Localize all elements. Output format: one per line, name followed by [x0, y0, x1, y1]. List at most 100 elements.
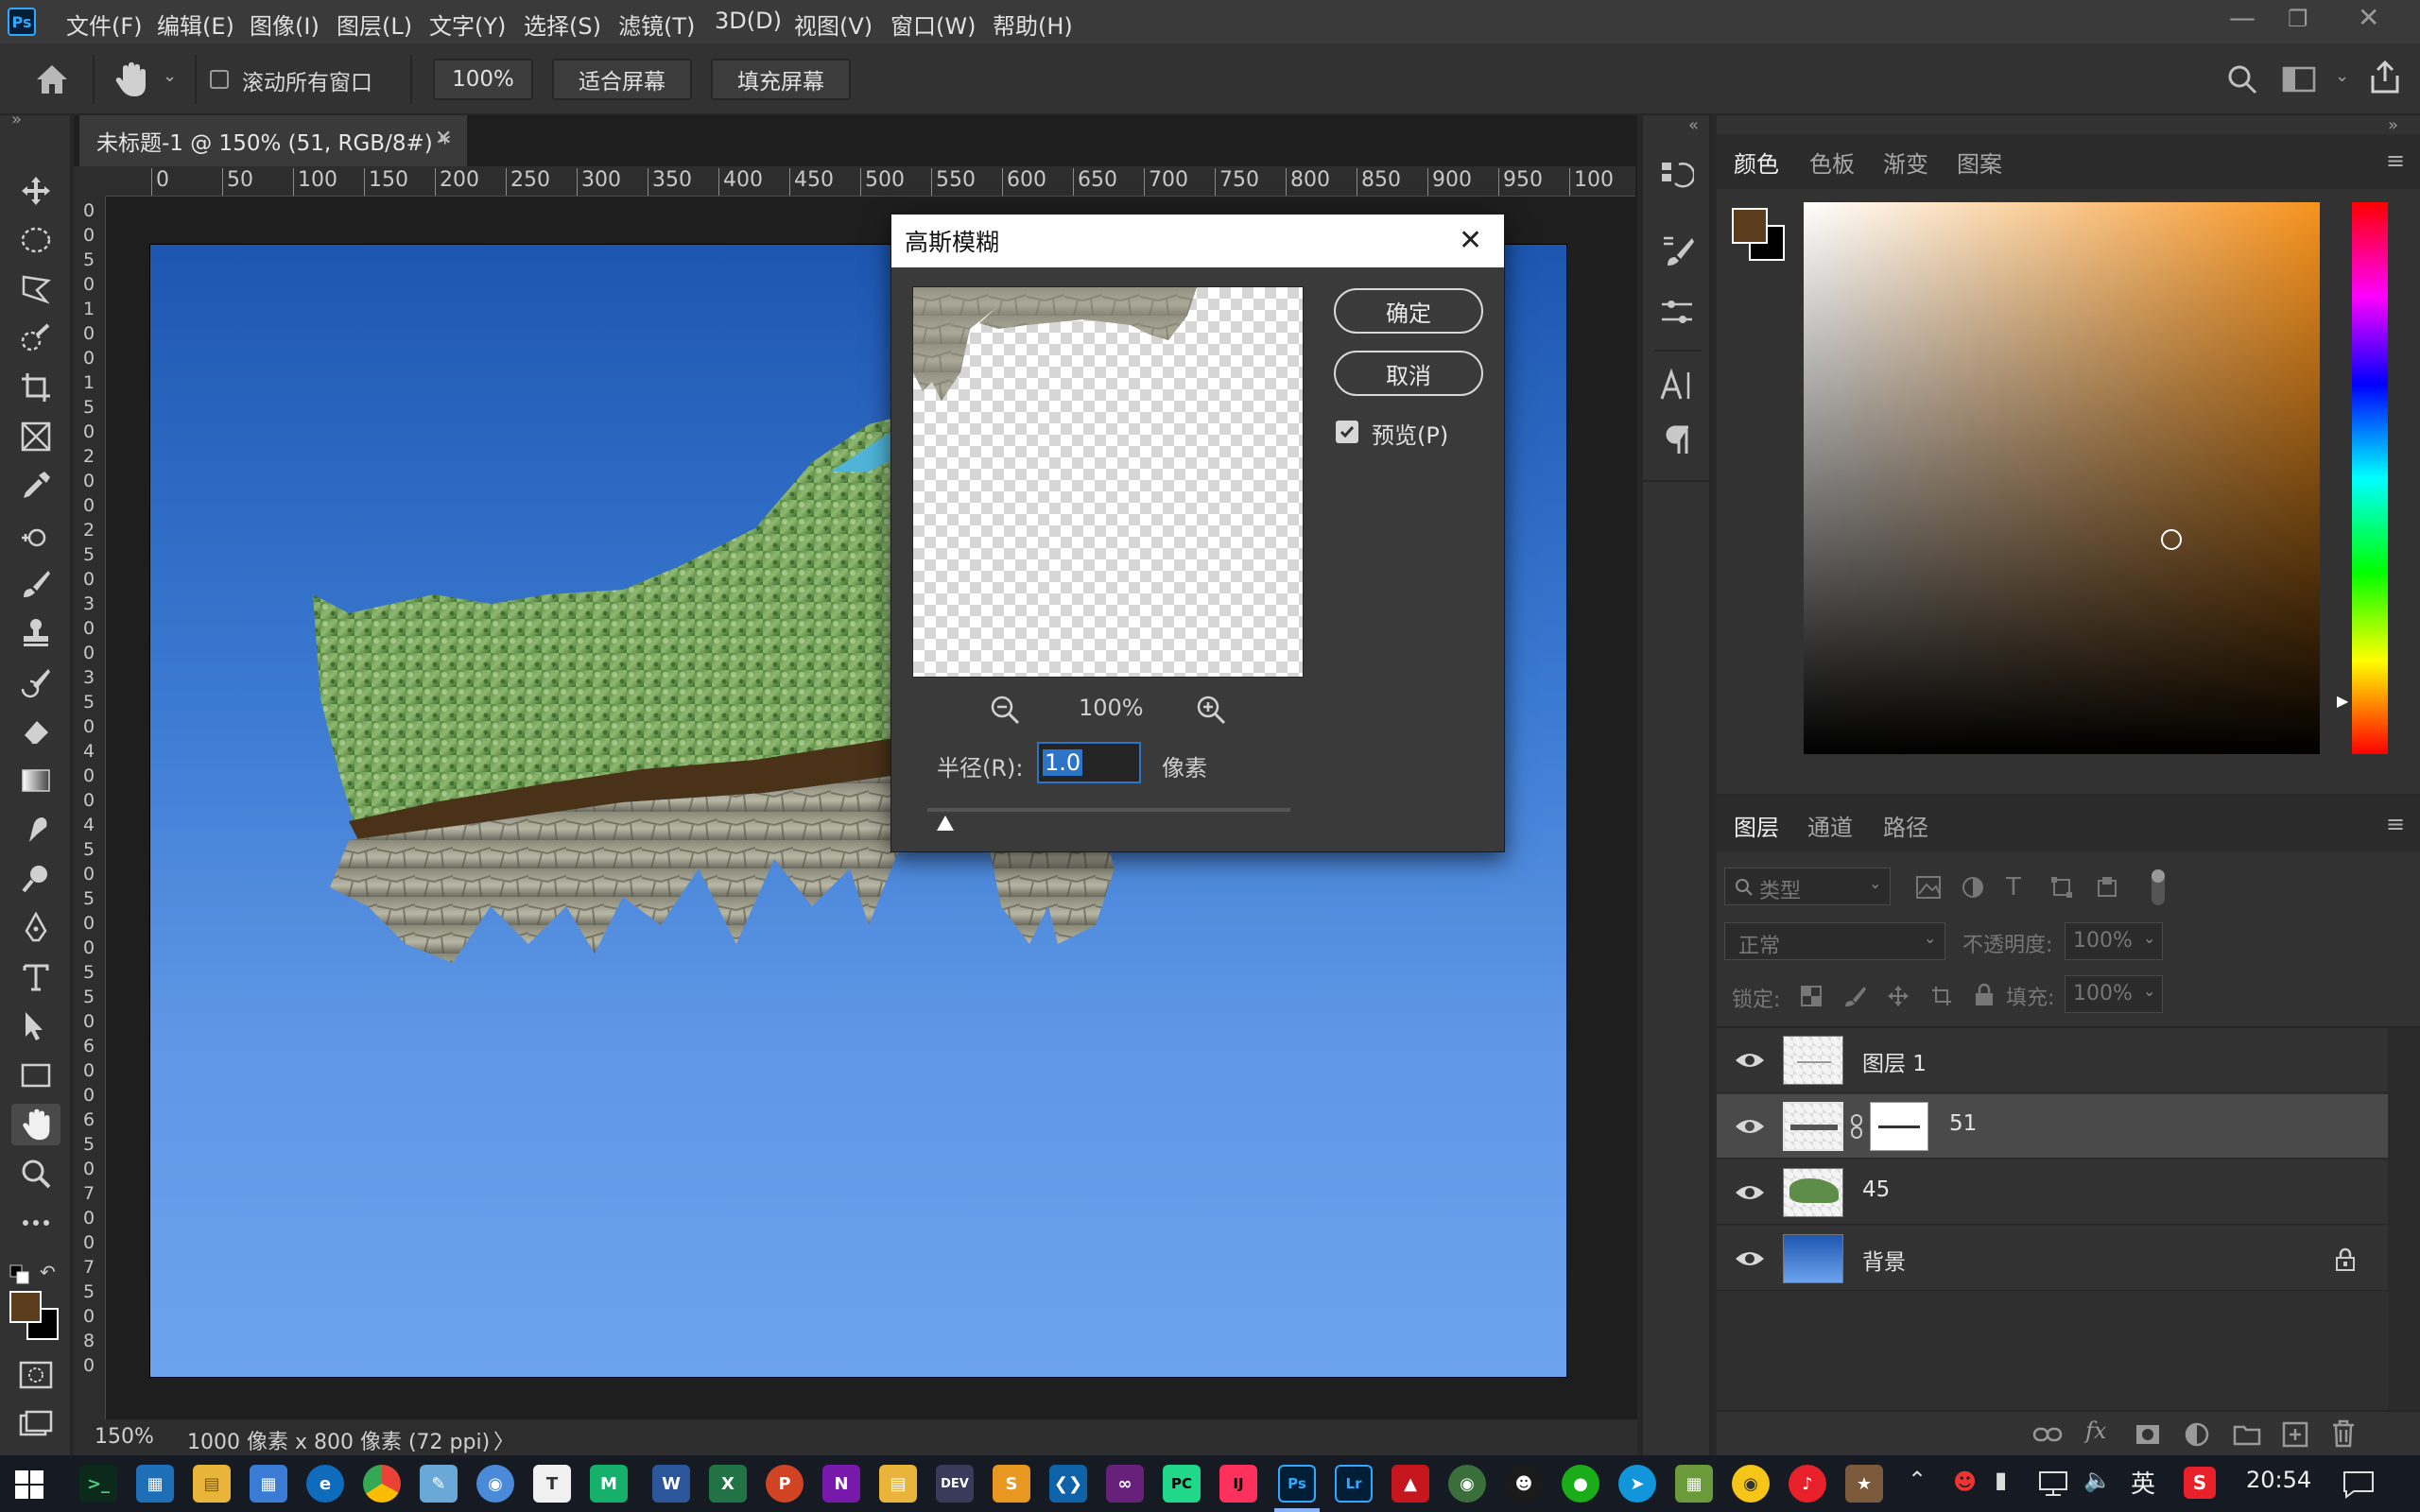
frame-tool-icon[interactable] [11, 416, 60, 457]
color-picker-cursor[interactable] [2161, 529, 2182, 550]
swap-colors-icon[interactable]: ↶ [40, 1261, 56, 1283]
notifications-icon[interactable] [2342, 1470, 2375, 1499]
fit-screen-button[interactable]: 适合屏幕 [552, 59, 692, 100]
pycharm-app-icon[interactable]: PC [1163, 1465, 1201, 1503]
edge-browser-icon[interactable]: e [306, 1465, 344, 1503]
terminal-app-icon[interactable]: >_ [79, 1465, 117, 1503]
photoshop-app-icon[interactable]: Ps [8, 8, 36, 36]
preview-zoom-in-icon[interactable] [1196, 695, 1226, 725]
share-icon[interactable] [2369, 60, 2401, 94]
preview-checkbox[interactable] [1336, 421, 1358, 443]
word-app-icon[interactable]: W [652, 1465, 690, 1503]
archive-app-icon[interactable]: ▤ [879, 1465, 917, 1503]
scroll-all-windows-checkbox[interactable] [210, 70, 229, 89]
home-icon[interactable] [34, 62, 70, 96]
message-app-icon[interactable]: ➤ [1618, 1465, 1656, 1503]
brush-settings-icon[interactable] [1660, 234, 1694, 268]
foreground-color-swatch[interactable] [9, 1291, 42, 1323]
chevron-down-icon[interactable]: ⌄ [163, 66, 177, 86]
dialog-preview[interactable] [912, 286, 1304, 678]
quick-select-tool-icon[interactable] [11, 318, 60, 359]
new-group-icon[interactable] [2233, 1423, 2261, 1446]
hand-tool-icon[interactable] [11, 1104, 60, 1145]
workspace-icon[interactable] [2282, 66, 2316, 93]
hue-slider-marker[interactable]: ▶ [2337, 692, 2348, 710]
opacity-chevron-icon[interactable]: ⌄ [2143, 929, 2155, 947]
dialog-titlebar[interactable]: 高斯模糊 ✕ [891, 215, 1504, 267]
move-tool-icon[interactable] [11, 170, 60, 212]
menu-image[interactable]: 图像(I) [250, 8, 320, 41]
search-icon[interactable] [2227, 64, 2257, 94]
layer-mask-thumbnail[interactable] [1870, 1102, 1928, 1151]
clone-stamp-tool-icon[interactable] [11, 612, 60, 654]
layer-effects-icon[interactable]: fx [2085, 1418, 2106, 1444]
intellij-app-icon[interactable]: IJ [1219, 1465, 1257, 1503]
volume-icon[interactable]: 🔈 [2083, 1467, 2112, 1493]
path-selection-tool-icon[interactable] [11, 1005, 60, 1047]
clock[interactable]: 20:54 [2246, 1467, 2311, 1493]
default-colors-icon[interactable] [9, 1264, 30, 1285]
dialog-close-icon[interactable]: ✕ [1459, 224, 1482, 257]
zoom-percent-button[interactable]: 100% [433, 59, 533, 100]
menu-3d[interactable]: 3D(D) [715, 8, 782, 34]
type-tool-icon[interactable] [11, 956, 60, 998]
sogou-input-icon[interactable]: S [2184, 1467, 2216, 1499]
pinned-app-icon[interactable]: ★ [1845, 1465, 1883, 1503]
layer-filter-select[interactable]: 类型 ⌄ [1724, 868, 1891, 905]
layer-name[interactable]: 45 [1862, 1177, 1890, 1202]
menu-file[interactable]: 文件(F) [66, 8, 143, 41]
opacity-input[interactable]: 100% ⌄ [2065, 922, 2163, 960]
layer-thumbnail[interactable] [1783, 1036, 1843, 1085]
layer-row[interactable]: 背景 [1717, 1227, 2388, 1291]
vscode-app-icon[interactable]: ❮❯ [1049, 1465, 1087, 1503]
hand-tool-preset-icon[interactable] [113, 60, 147, 98]
layer-list-scrollbar[interactable] [2388, 1028, 2420, 1418]
smudge-tool-icon[interactable] [11, 809, 60, 850]
coin-app-icon[interactable]: ◉ [1732, 1465, 1770, 1503]
layer-thumbnail[interactable] [1783, 1168, 1843, 1217]
fill-chevron-icon[interactable]: ⌄ [2143, 982, 2155, 1000]
layer-thumbnail[interactable] [1783, 1102, 1843, 1151]
marquee-tool-icon[interactable] [11, 219, 60, 261]
eyedropper-tool-icon[interactable] [11, 465, 60, 507]
game-app-icon[interactable]: ◉ [1448, 1465, 1486, 1503]
dodge-tool-icon[interactable] [11, 858, 60, 900]
filter-shape-icon[interactable] [2049, 875, 2074, 900]
onenote-app-icon[interactable]: N [822, 1465, 860, 1503]
history-brush-tool-icon[interactable] [11, 662, 60, 703]
notes-app-icon[interactable]: ✎ [420, 1465, 458, 1503]
color-swatches[interactable] [9, 1291, 60, 1342]
collapse-dock-icon[interactable]: « [1688, 115, 1699, 135]
eraser-tool-icon[interactable] [11, 711, 60, 752]
mask-link-icon[interactable] [1849, 1113, 1864, 1140]
battery-icon[interactable]: ▮ [1995, 1467, 2007, 1493]
filter-smart-object-icon[interactable] [2095, 875, 2119, 900]
gradient-tool-icon[interactable] [11, 760, 60, 801]
excel-app-icon[interactable]: X [709, 1465, 747, 1503]
photoshop-taskbar-icon[interactable]: Ps [1278, 1465, 1316, 1503]
network-app-icon[interactable]: ◉ [476, 1465, 514, 1503]
powerpoint-app-icon[interactable]: P [766, 1465, 804, 1503]
wechat-app-icon[interactable]: ● [1562, 1465, 1599, 1503]
adjustments-panel-icon[interactable] [1660, 295, 1694, 329]
status-menu-arrow-icon[interactable]: 〉 [493, 1425, 514, 1455]
mindmap-app-icon[interactable]: M [590, 1465, 628, 1503]
delete-layer-icon[interactable] [2331, 1419, 2356, 1448]
cancel-button[interactable]: 取消 [1334, 351, 1483, 396]
menu-layer[interactable]: 图层(L) [337, 8, 412, 41]
zoom-level[interactable]: 150% [95, 1425, 154, 1449]
rectangle-tool-icon[interactable] [11, 1055, 60, 1096]
preview-zoom-out-icon[interactable] [990, 695, 1020, 725]
brush-tool-icon[interactable] [11, 563, 60, 605]
bag-app-icon[interactable]: ▦ [1675, 1465, 1713, 1503]
layer-name[interactable]: 背景 [1862, 1244, 1906, 1276]
crop-tool-icon[interactable] [11, 367, 60, 408]
paragraph-panel-icon[interactable] [1660, 423, 1694, 457]
calculator-app-icon[interactable]: ▦ [250, 1465, 287, 1503]
remote-desktop-app-icon[interactable]: ▦ [136, 1465, 174, 1503]
quick-mask-icon[interactable] [19, 1361, 53, 1389]
panel-foreground-swatch[interactable] [1732, 208, 1768, 244]
layer-lock-icon[interactable] [2335, 1247, 2356, 1272]
file-explorer-icon[interactable]: ▤ [193, 1465, 231, 1503]
tray-app-icon[interactable]: ☻ [1953, 1469, 1977, 1495]
